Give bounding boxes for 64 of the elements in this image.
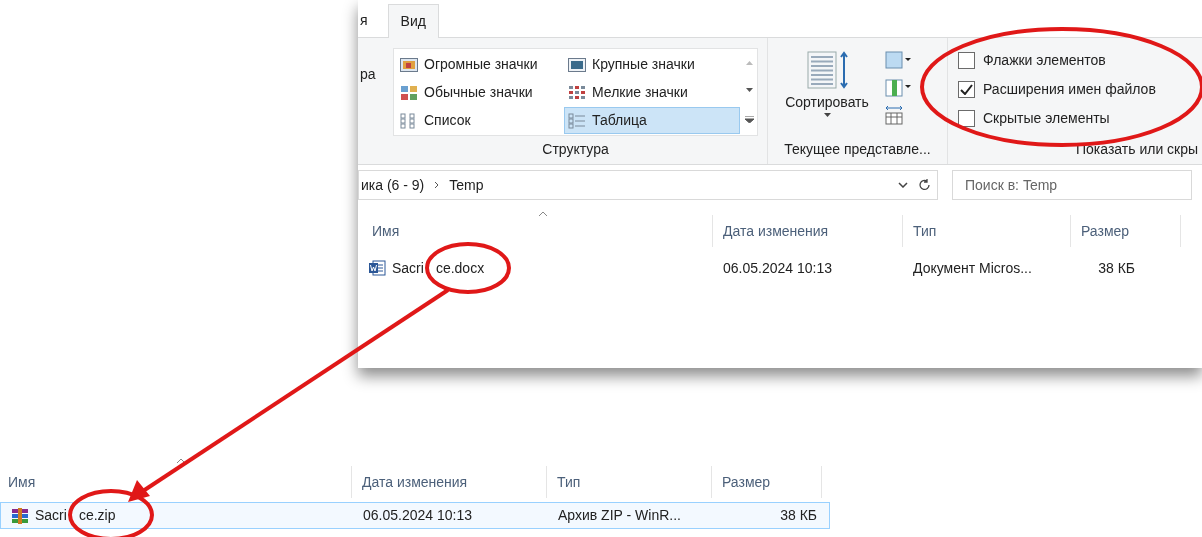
search-field[interactable]: Поиск в: Temp xyxy=(952,170,1192,200)
view-option[interactable]: Обычные значки xyxy=(396,79,564,106)
small-grid-icon xyxy=(568,84,586,101)
file-name: ce.zip xyxy=(78,506,116,525)
column-header[interactable]: Дата изменения xyxy=(713,215,903,247)
view-option[interactable]: Список xyxy=(396,107,564,134)
picture-icon xyxy=(400,57,418,72)
ribbon-tab[interactable]: Вид xyxy=(387,4,439,38)
view-option[interactable]: Мелкие значки xyxy=(564,79,740,106)
table-cell-text: 06.05.2024 10:13 xyxy=(723,258,832,278)
scroll-up-icon xyxy=(745,60,753,65)
column-header[interactable]: Тип xyxy=(547,466,712,498)
ribbon-label: ра xyxy=(360,66,376,82)
ribbon-tab[interactable]: я xyxy=(358,3,388,37)
table-cell-text: 38 КБ xyxy=(1098,258,1135,278)
sort-caret-icon xyxy=(538,211,548,217)
checkbox[interactable] xyxy=(958,81,975,98)
chevron-right-icon xyxy=(434,181,440,189)
column-header[interactable]: Имя xyxy=(358,215,713,247)
checkbox-label[interactable]: Флажки элементов xyxy=(983,50,1106,71)
table-cell-text: Архив ZIP - WinR... xyxy=(558,506,681,525)
column-header[interactable]: Размер xyxy=(712,466,822,498)
view-option[interactable]: Таблица xyxy=(564,107,740,134)
expand-icon xyxy=(744,116,754,124)
checkbox[interactable] xyxy=(958,52,975,69)
document-icon xyxy=(368,259,386,277)
list-icon xyxy=(400,112,418,129)
sort-icon xyxy=(804,50,850,90)
column-header[interactable]: Дата изменения xyxy=(352,466,547,498)
scroll-down-icon xyxy=(745,88,753,93)
file-name: Sacri xyxy=(392,258,424,278)
breadcrumb[interactable]: Temp xyxy=(449,174,484,196)
fit-columns-icon[interactable] xyxy=(884,104,904,126)
group-label: Структура xyxy=(542,141,609,157)
caret-icon xyxy=(823,113,831,117)
details-icon xyxy=(568,112,586,129)
search-input[interactable]: Поиск в: Temp xyxy=(965,174,1191,196)
file-row[interactable]: Sacri ce.docx 06.05.2024 10:13 Документ Micros... 38 КБ xyxy=(358,253,1202,283)
view-option[interactable]: Огромные значки xyxy=(396,51,564,78)
pane-icon[interactable] xyxy=(884,50,912,70)
table-cell-text: 06.05.2024 10:13 xyxy=(363,506,472,525)
chevron-down-icon[interactable] xyxy=(898,182,908,188)
table-cell-text: Документ Micros... xyxy=(913,258,1032,278)
checkbox[interactable] xyxy=(958,110,975,127)
file-row[interactable]: Sacri ce.zip 06.05.2024 10:13 Архив ZIP - WinR... 38 КБ xyxy=(0,502,830,529)
table-cell-text: 38 КБ xyxy=(780,506,817,525)
refresh-icon[interactable] xyxy=(918,178,931,192)
address-bar[interactable]: ика (6 - 9) Temp xyxy=(358,170,938,200)
sort-caret-icon xyxy=(176,458,186,464)
column-header[interactable]: Размер xyxy=(1071,215,1181,247)
file-name: ce.docx xyxy=(435,258,485,278)
icon-grid-icon xyxy=(400,84,418,101)
checkbox-label[interactable]: Скрытые элементы xyxy=(983,108,1110,129)
picture-icon xyxy=(568,57,586,72)
sort-button[interactable]: Сортировать xyxy=(774,50,880,126)
archive-icon xyxy=(11,506,29,525)
checkmark-icon xyxy=(960,84,973,95)
view-option[interactable]: Крупные значки xyxy=(564,51,740,78)
group-label: Текущее представле... xyxy=(784,141,931,157)
checkbox-label[interactable]: Расширения имен файлов xyxy=(983,79,1156,100)
breadcrumb[interactable]: ика (6 - 9) xyxy=(361,174,425,196)
file-name: Sacri xyxy=(35,506,67,525)
column-header[interactable]: Тип xyxy=(903,215,1071,247)
columns-icon[interactable] xyxy=(884,76,912,98)
